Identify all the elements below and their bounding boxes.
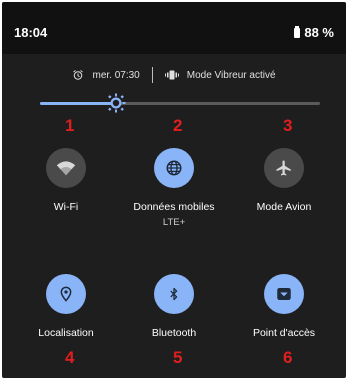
status-time: 18:04 <box>14 25 48 40</box>
location-icon <box>60 286 72 302</box>
airplane-icon <box>276 160 291 176</box>
tile-sublabel: LTE+ <box>162 217 186 228</box>
battery-level: 88 % <box>304 25 334 40</box>
hotspot-toggle[interactable] <box>264 274 304 314</box>
airplane-toggle[interactable] <box>264 148 304 188</box>
tile-label: Données mobiles <box>133 201 215 213</box>
globe-icon <box>166 160 182 176</box>
tile-bluetooth[interactable]: Bluetooth <box>119 274 229 339</box>
brightness-slider[interactable] <box>40 93 320 113</box>
battery-icon <box>294 25 301 38</box>
brightness-icon <box>106 93 126 113</box>
annotation-6: 6 <box>283 348 293 367</box>
annotation-5: 5 <box>173 348 183 367</box>
tile-hotspot[interactable]: Point d'accès <box>229 274 339 339</box>
alarm-icon <box>72 69 84 81</box>
vibrate-mode-text[interactable]: Mode Vibreur activé <box>187 70 276 81</box>
tile-label: Localisation <box>38 327 94 339</box>
annotation-4: 4 <box>65 348 75 367</box>
hotspot-icon <box>277 288 291 300</box>
bluetooth-icon <box>170 287 178 301</box>
wifi-icon <box>56 161 76 176</box>
location-toggle[interactable] <box>46 274 86 314</box>
tile-label: Mode Avion <box>256 201 312 213</box>
annotation-3: 3 <box>283 116 293 135</box>
brightness-thumb[interactable] <box>106 93 126 113</box>
info-divider <box>151 67 153 83</box>
bluetooth-toggle[interactable] <box>154 274 194 314</box>
battery-indicator: 88 % <box>294 25 334 40</box>
annotation-2: 2 <box>173 116 183 135</box>
wifi-toggle[interactable] <box>46 148 86 188</box>
alarm-text[interactable]: mer. 07:30 <box>92 70 139 81</box>
tile-wifi[interactable]: Wi-Fi <box>11 148 121 213</box>
info-row: mer. 07:30 Mode Vibreur activé <box>2 66 346 84</box>
quick-settings-panel: 18:04 88 % mer. 07:30 Mode Vibreur activ… <box>2 2 346 378</box>
vibrate-icon <box>164 69 179 81</box>
tile-airplane-mode[interactable]: Mode Avion <box>229 148 339 213</box>
tile-location[interactable]: Localisation <box>11 274 121 339</box>
tile-mobile-data[interactable]: Données mobiles LTE+ <box>119 148 229 228</box>
tile-label: Bluetooth <box>151 327 197 339</box>
tile-label: Point d'accès <box>252 327 316 339</box>
annotation-1: 1 <box>65 116 75 135</box>
tile-label: Wi-Fi <box>53 201 79 213</box>
brightness-fill <box>40 102 116 105</box>
mobile-data-toggle[interactable] <box>154 148 194 188</box>
status-bar: 18:04 88 % <box>2 2 346 54</box>
